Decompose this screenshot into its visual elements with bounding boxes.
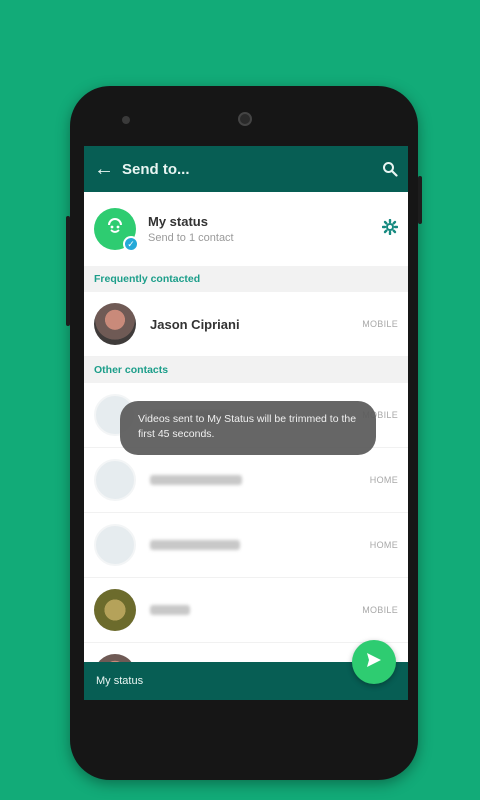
contact-name [150,475,370,485]
contact-type: MOBILE [362,605,398,615]
my-status-row[interactable]: ✓ My status Send to 1 contact [84,192,408,266]
send-button[interactable] [352,640,396,684]
status-camera-icon [104,216,126,243]
power-button [418,176,422,224]
contact-type: MOBILE [362,319,398,329]
sensor-dot [122,116,130,124]
contact-name [150,540,370,550]
phone-frame: ← Send to... ✓ My status Send to 1 conta… [66,86,422,780]
my-status-subtitle: Send to 1 contact [148,232,234,244]
check-badge-icon: ✓ [123,236,139,252]
contact-type: HOME [369,475,398,485]
contact-row[interactable]: MOBILE [84,578,408,643]
front-camera [238,112,252,126]
contact-name [150,605,362,615]
avatar [94,589,136,631]
contact-name: Jason Cipriani [150,316,240,332]
page-title: Send to... [122,160,190,178]
status-avatar: ✓ [94,208,139,252]
send-icon [365,651,383,674]
avatar [94,459,136,501]
volume-button [66,216,70,326]
contact-type: HOME [369,540,398,550]
contact-row[interactable]: HOME [84,448,408,513]
selection-label: My status [96,675,144,687]
search-icon[interactable] [382,161,398,177]
avatar [94,524,136,566]
my-status-label: My status [148,214,208,229]
toast-message: Videos sent to My Status will be trimmed… [120,401,376,455]
phone-screen: ← Send to... ✓ My status Send to 1 conta… [84,146,408,700]
section-header-frequent: Frequently contacted [84,266,408,292]
gear-icon[interactable] [381,218,399,240]
section-header-other: Other contacts [84,357,408,383]
contact-row[interactable]: HOME [84,513,408,578]
arrow-left-icon[interactable]: ← [94,158,122,181]
contact-row[interactable]: Jason Cipriani MOBILE [84,292,408,357]
avatar [94,303,136,345]
app-toolbar: ← Send to... [84,146,408,192]
